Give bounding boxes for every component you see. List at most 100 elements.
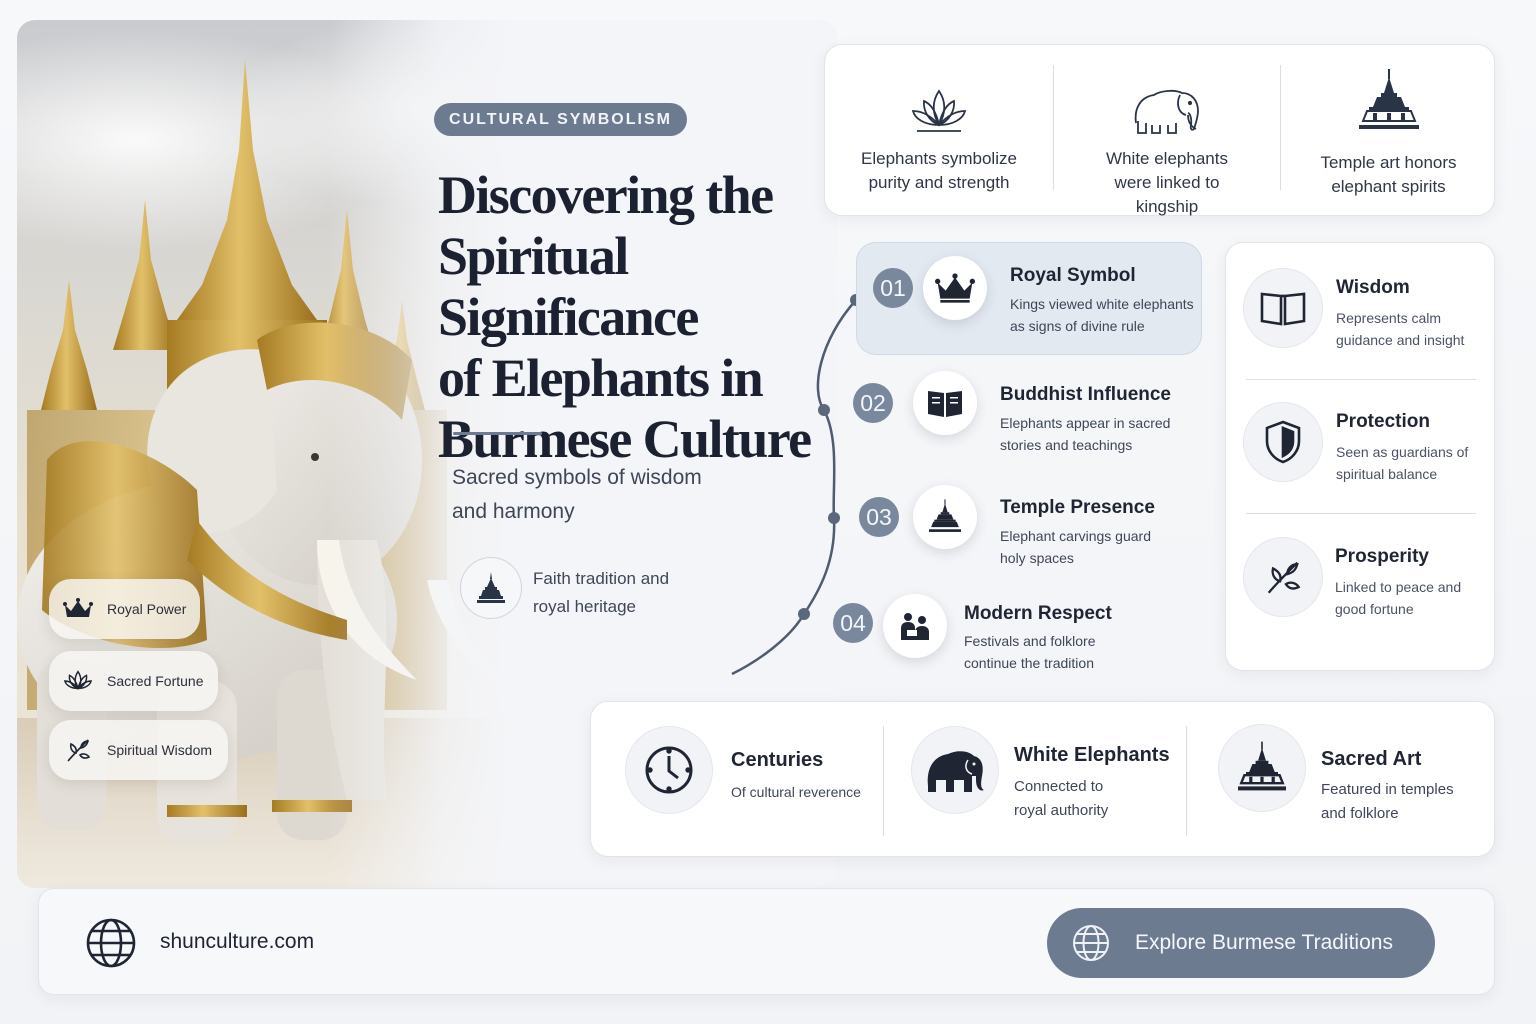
value-description: Linked to peace and good fortune [1335, 576, 1485, 620]
value-description: Represents calm guidance and insight [1336, 307, 1486, 351]
step-desc-line: continue the tradition [964, 655, 1094, 671]
title-line: Discovering the [438, 165, 774, 225]
step-description: Elephants appear in sacred stories and t… [1000, 412, 1200, 456]
stat-desc-line: royal authority [1014, 802, 1109, 819]
fact-line: Elephants symbolize [861, 149, 1017, 168]
stat-title: White Elephants [1014, 744, 1170, 766]
leaf-icon [1243, 537, 1323, 617]
value-desc-line: Represents calm [1336, 310, 1442, 326]
fact-line: purity and strength [868, 173, 1010, 192]
step-title: Modern Respect [964, 603, 1112, 624]
category-tag: CULTURAL SYMBOLISM [434, 103, 687, 136]
badge-royal-power: Royal Power [49, 579, 200, 639]
fact-line: kingship [1135, 197, 1199, 216]
faith-line: royal heritage [533, 597, 637, 616]
subtitle: Sacred symbols of wisdom and harmony [452, 461, 752, 529]
people-icon [883, 594, 947, 658]
stat-description: Connected to royal authority [1014, 775, 1174, 823]
value-title: Protection [1336, 411, 1430, 432]
timeline-dot [798, 608, 810, 620]
timeline-dot [818, 404, 830, 416]
crown-icon [923, 256, 987, 320]
elephant-icon [911, 726, 999, 814]
stat-description: Featured in temples and folklore [1321, 778, 1481, 826]
stat-desc-line: Connected to [1014, 778, 1104, 795]
faith-line: Faith tradition and [533, 569, 670, 588]
book-icon [913, 371, 977, 435]
badge-label: Spiritual Wisdom [107, 742, 213, 758]
step-description: Festivals and folklore continue the trad… [964, 630, 1164, 674]
badge-spiritual-wisdom: Spiritual Wisdom [49, 720, 228, 780]
infographic-canvas: Royal Power Sacred Fortune Spiritual Wis… [0, 0, 1536, 1024]
globe-icon [1073, 925, 1109, 961]
values-card: Wisdom Represents calm guidance and insi… [1225, 242, 1495, 671]
step-desc-line: Elephant carvings guard [1000, 528, 1151, 544]
step-desc-line: Elephants appear in sacred [1000, 415, 1171, 431]
badge-label: Royal Power [107, 601, 187, 617]
fact-text: White elephants were linked to kingship [1054, 147, 1280, 219]
faith-caption: Faith tradition and royal heritage [533, 565, 733, 621]
facts-card: Elephants symbolize purity and strength … [824, 44, 1495, 216]
stats-card: Centuries Of cultural reverence White El… [590, 701, 1495, 857]
pagoda-icon [1218, 724, 1306, 812]
step-desc-line: Kings viewed white elephants [1010, 296, 1194, 312]
fact-text: Temple art honors elephant spirits [1281, 151, 1496, 199]
stat-divider [1186, 726, 1187, 836]
subtitle-line: Sacred symbols of wisdom [452, 466, 702, 489]
leaf-icon [63, 735, 93, 765]
value-desc-line: Seen as guardians of [1336, 444, 1469, 460]
site-link[interactable]: shunculture.com [160, 930, 314, 954]
value-title: Prosperity [1335, 546, 1429, 567]
subtitle-line: and harmony [452, 500, 575, 523]
shield-icon [1243, 402, 1323, 482]
temple-icon [460, 557, 522, 619]
fact-line: were linked to [1114, 173, 1220, 192]
step-number: 03 [859, 497, 899, 537]
fact-temple-art: Temple art honors elephant spirits [1281, 45, 1496, 217]
step-desc-line: as signs of divine rule [1010, 318, 1145, 334]
fact-line: White elephants [1106, 149, 1228, 168]
timeline-dot [828, 512, 840, 524]
value-desc-line: good fortune [1335, 601, 1414, 617]
value-divider [1246, 379, 1476, 380]
value-divider [1246, 513, 1476, 514]
value-title: Wisdom [1336, 277, 1410, 298]
book-icon [1243, 268, 1323, 348]
value-desc-line: guidance and insight [1336, 332, 1465, 348]
stat-title: Centuries [731, 749, 824, 771]
badge-sacred-fortune: Sacred Fortune [49, 651, 218, 711]
step-title: Buddhist Influence [1000, 384, 1171, 405]
fact-text: Elephants symbolize purity and strength [825, 147, 1053, 195]
pagoda-icon [913, 485, 977, 549]
badge-label: Sacred Fortune [107, 673, 204, 689]
pagoda-icon [1281, 65, 1496, 135]
stat-title: Sacred Art [1321, 748, 1422, 770]
step-number: 04 [833, 603, 873, 643]
title-divider [453, 432, 542, 435]
cta-label: Explore Burmese Traditions [1135, 931, 1393, 954]
step-desc-line: stories and teachings [1000, 437, 1133, 453]
fact-kingship: White elephants were linked to kingship [1054, 45, 1280, 217]
globe-icon [86, 918, 136, 968]
fact-purity: Elephants symbolize purity and strength [825, 45, 1053, 217]
value-description: Seen as guardians of spiritual balance [1336, 441, 1486, 485]
fact-line: Temple art honors [1320, 153, 1457, 172]
step-number: 02 [853, 383, 893, 423]
stat-description: Of cultural reverence [731, 780, 881, 804]
step-title: Royal Symbol [1010, 265, 1136, 286]
clock-icon [625, 726, 713, 814]
footer-bar: shunculture.com Explore Burmese Traditio… [38, 888, 1495, 995]
value-desc-line: spiritual balance [1336, 466, 1438, 482]
stat-desc-line: Of cultural reverence [731, 784, 861, 800]
lotus-icon [63, 666, 93, 696]
step-description: Kings viewed white elephants as signs of… [1010, 293, 1200, 337]
step-description: Elephant carvings guard holy spaces [1000, 525, 1200, 569]
step-desc-line: holy spaces [1000, 550, 1074, 566]
stat-divider [883, 726, 884, 836]
value-desc-line: Linked to peace and [1335, 579, 1462, 595]
step-title: Temple Presence [1000, 497, 1155, 518]
explore-traditions-button[interactable]: Explore Burmese Traditions [1047, 908, 1435, 978]
step-desc-line: Festivals and folklore [964, 633, 1096, 649]
lotus-icon [825, 65, 1053, 135]
crown-icon [63, 594, 93, 624]
